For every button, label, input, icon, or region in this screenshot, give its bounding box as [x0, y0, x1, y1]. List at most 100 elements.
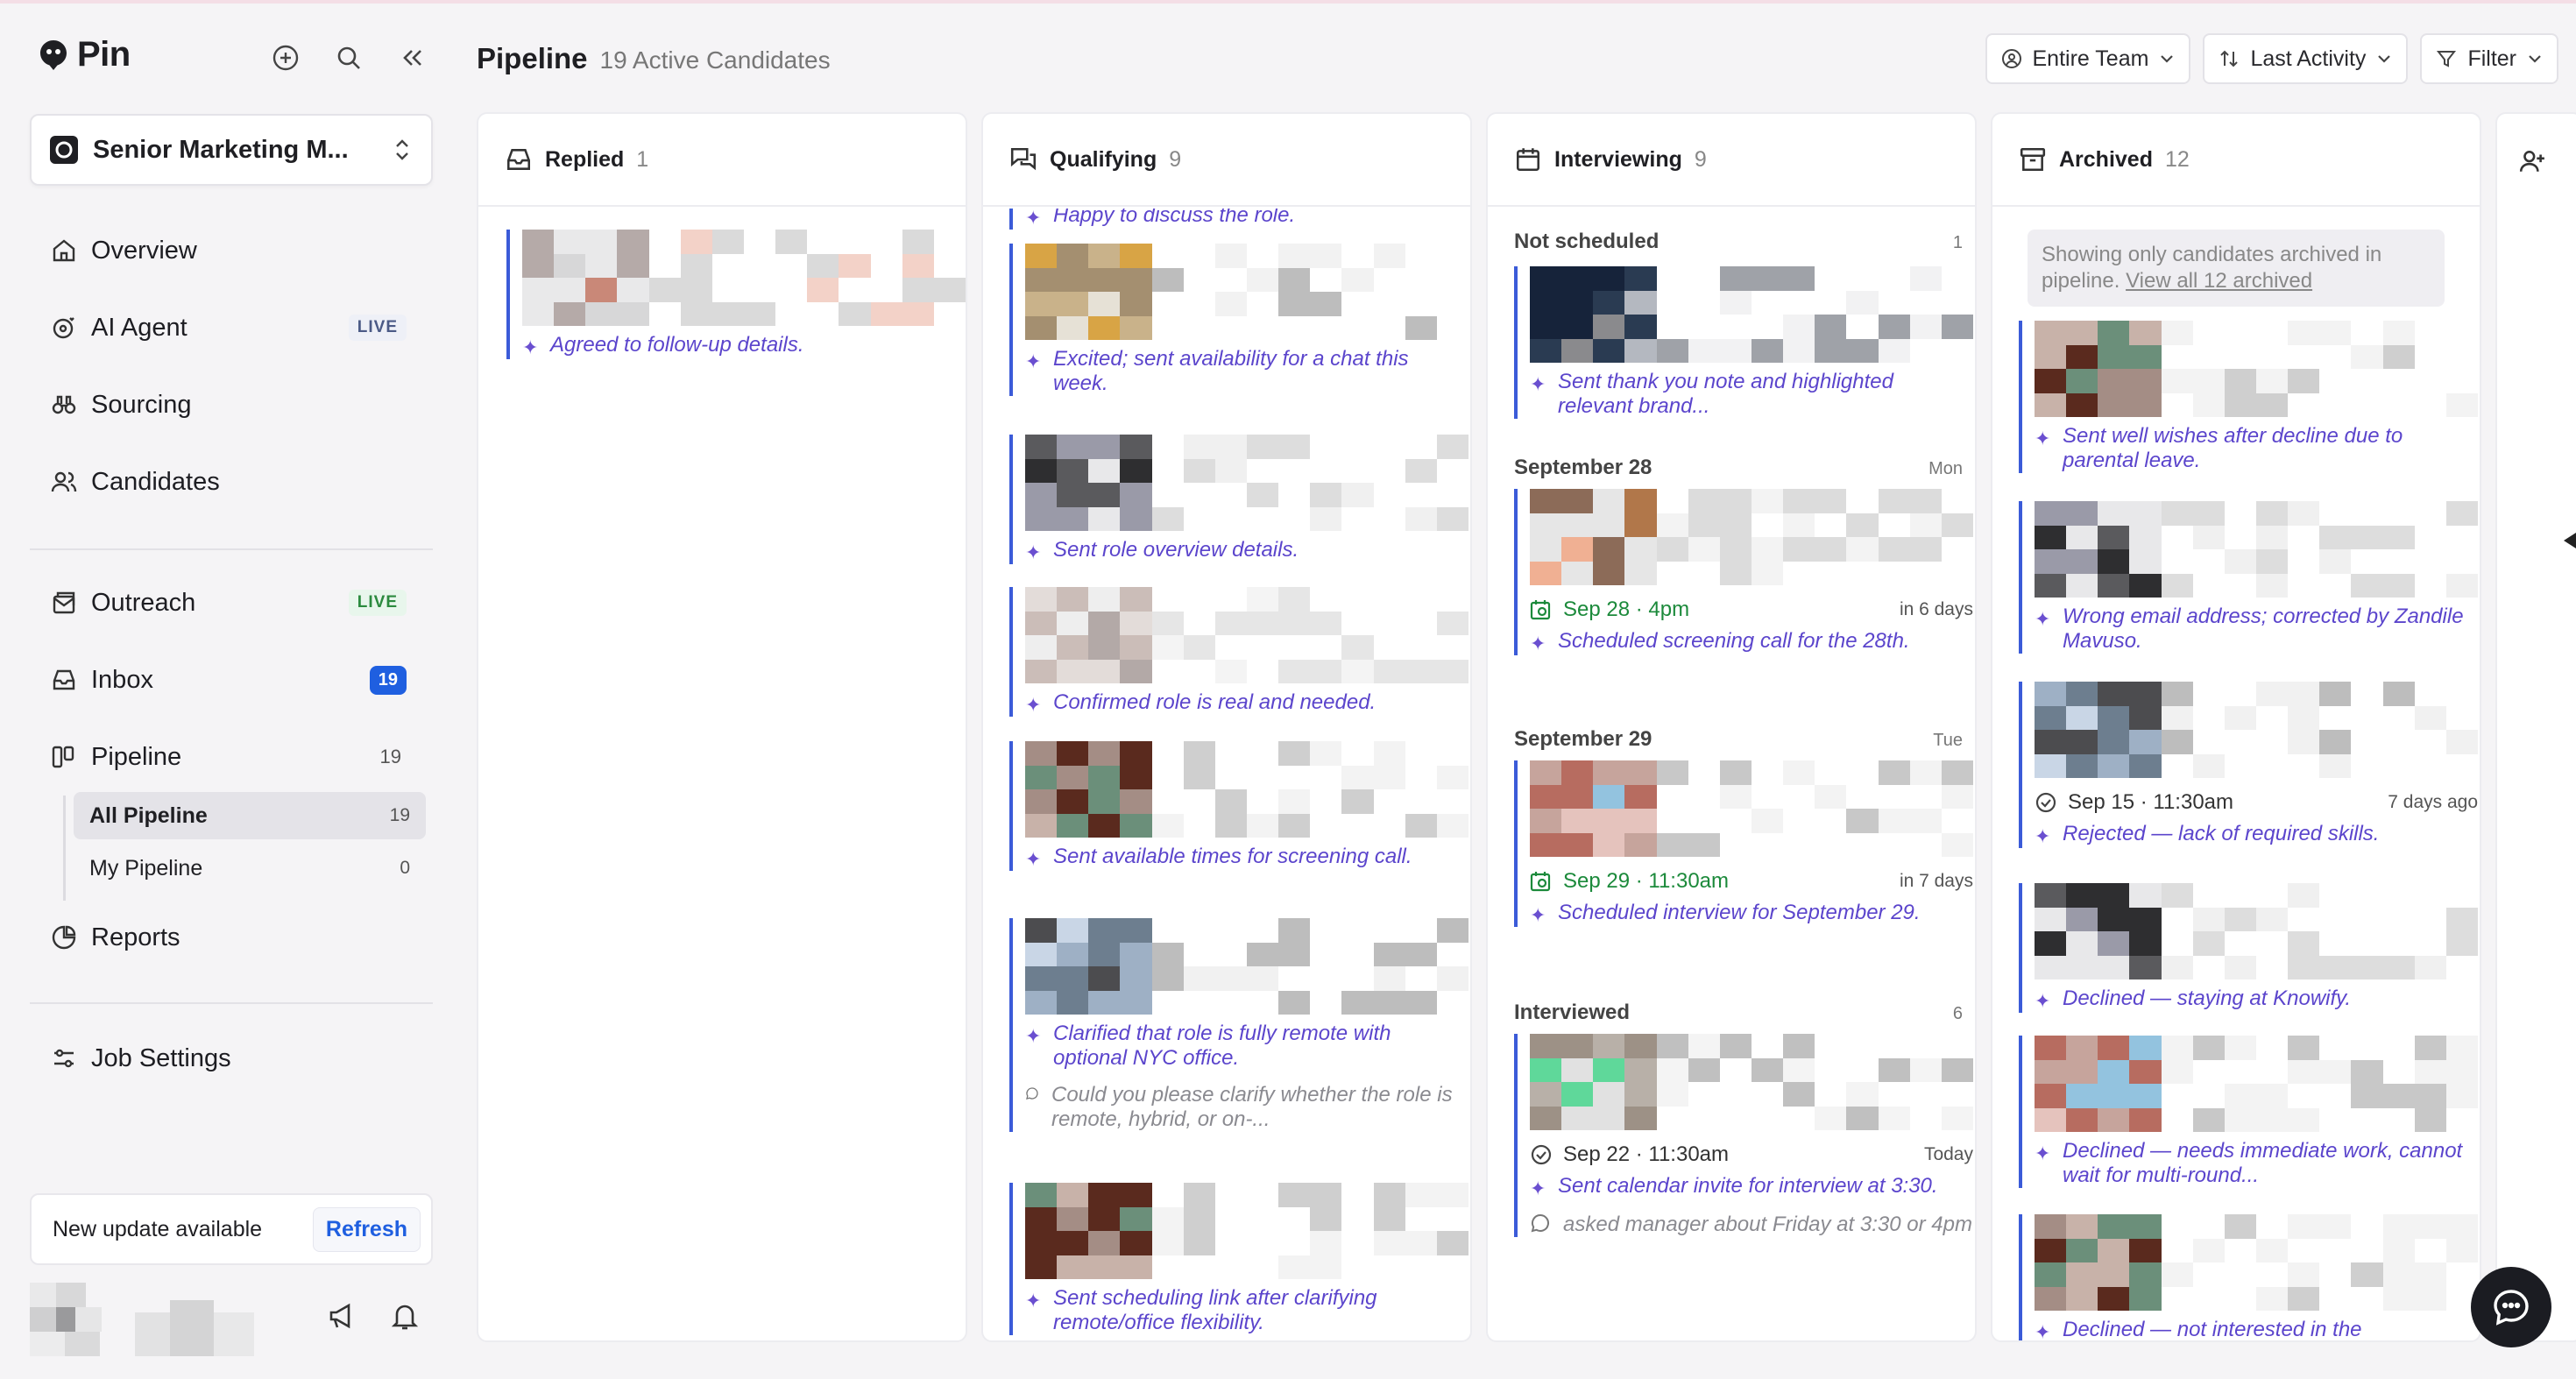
thumbnail-pixel — [680, 230, 712, 254]
add-icon[interactable] — [268, 40, 303, 75]
view-all-archived-link[interactable]: View all 12 archived — [2126, 269, 2312, 293]
thumbnail-pixel — [1151, 813, 1184, 838]
subnav-all-pipeline[interactable]: All Pipeline 19 — [74, 792, 426, 839]
candidate-card[interactable]: ✦ Declined — staying at Knowify. — [2019, 883, 2478, 1013]
thumbnail-pixel — [1246, 813, 1279, 838]
thumbnail-pixel — [870, 301, 902, 326]
thumbnail-pixel — [2066, 883, 2098, 908]
thumbnail-pixel — [648, 301, 681, 326]
thumbnail-pixel — [2098, 955, 2130, 979]
thumbnail-pixel — [1530, 561, 1562, 585]
candidate-card[interactable]: ✦ Sent role overview details. — [1009, 435, 1468, 564]
team-filter-label: Entire Team — [2032, 46, 2149, 71]
thumbnail-pixel — [1310, 918, 1342, 943]
thumbnail-pixel — [2129, 883, 2162, 908]
thumbnail-pixel — [2098, 1107, 2130, 1132]
thumbnail-pixel — [1593, 561, 1625, 585]
scroll-right-icon[interactable] — [2564, 533, 2576, 548]
team-filter-button[interactable]: Entire Team — [1985, 33, 2191, 84]
sparkle-icon: ✦ — [1025, 209, 1042, 229]
thumbnail-pixel — [1783, 1034, 1815, 1058]
subnav-my-pipeline[interactable]: My Pipeline 0 — [74, 845, 426, 892]
brand[interactable]: Pin — [39, 35, 131, 74]
candidate-card[interactable]: ✦ Sent well wishes after decline due to p… — [2019, 321, 2478, 473]
thumbnail-pixel — [1561, 784, 1594, 809]
candidate-card[interactable]: ✦ Confirmed role is real and needed. — [1009, 587, 1468, 717]
nav-overview[interactable]: Overview — [30, 219, 433, 282]
thumbnail-pixel — [807, 301, 839, 326]
thumbnail-pixel — [2351, 1238, 2383, 1262]
megaphone-icon[interactable] — [326, 1300, 357, 1332]
thumbnail-pixel — [1751, 784, 1784, 809]
subnav-count: 0 — [400, 858, 410, 878]
collapse-sidebar-icon[interactable] — [394, 40, 429, 75]
nav-pipeline[interactable]: Pipeline 19 — [30, 725, 433, 789]
thumbnail-pixel — [617, 230, 649, 254]
thumbnail-pixel — [1688, 513, 1720, 537]
thumbnail-pixel — [648, 230, 681, 254]
thumbnail-pixel — [1278, 267, 1311, 292]
thumbnail-pixel — [1878, 266, 1910, 291]
thumbnail-pixel — [1151, 635, 1184, 660]
candidate-card[interactable]: ✦ Excited; sent availability for a chat t… — [1009, 244, 1468, 396]
search-icon[interactable] — [331, 40, 366, 75]
nav-reports[interactable]: Reports — [30, 906, 433, 969]
sidebar: Pin Senior Marketing M... Overview AI Ag… — [0, 4, 464, 1379]
thumbnail-pixel — [1088, 741, 1121, 766]
nav-job-settings[interactable]: Job Settings — [30, 1027, 433, 1090]
thumbnail-pixel — [775, 230, 808, 254]
candidate-card[interactable]: ✦ Sent thank you note and highlighted rel… — [1514, 266, 1973, 419]
thumbnail-pixel — [2319, 369, 2352, 393]
candidate-card[interactable]: ✦ Clarified that role is fully remote wit… — [1009, 918, 1468, 1132]
candidate-card[interactable]: Sep 28 · 4pm in 6 days ✦ Scheduled screeni… — [1514, 489, 1973, 655]
thumbnail-pixel — [2288, 1084, 2320, 1108]
thumbnail-pixel — [839, 301, 871, 326]
nav-candidates[interactable]: Candidates — [30, 450, 433, 513]
candidate-card[interactable]: ✦ Agreed to follow-up details. — [506, 230, 966, 359]
candidate-card[interactable]: ✦ Sent available times for screening call… — [1009, 741, 1468, 871]
thumbnail-pixel — [2098, 573, 2130, 598]
user-profile[interactable] — [30, 1283, 254, 1356]
refresh-button[interactable]: Refresh — [312, 1206, 421, 1252]
thumbnail-pixel — [1246, 1231, 1279, 1255]
thumbnail-pixel — [2192, 1214, 2225, 1239]
chat-support-button[interactable] — [2471, 1267, 2551, 1347]
thumbnail-pixel — [2351, 1262, 2383, 1287]
thumbnail-pixel — [1246, 741, 1279, 766]
thumbnail-pixel — [2161, 1107, 2193, 1132]
thumbnail-pixel — [1530, 338, 1562, 363]
thumbnail-pixel — [1624, 832, 1657, 857]
job-selector[interactable]: Senior Marketing M... — [30, 114, 433, 186]
candidate-card[interactable]: Sep 29 · 11:30am in 7 days ✦ Scheduled int… — [1514, 760, 1973, 927]
thumbnail-pixel — [1183, 741, 1215, 766]
thumbnail-pixel — [1278, 990, 1311, 1015]
thumbnail-pixel — [1120, 267, 1152, 292]
bell-icon[interactable] — [389, 1300, 421, 1332]
thumbnail-pixel — [1436, 918, 1468, 943]
thumbnail-pixel — [1246, 635, 1279, 660]
candidate-card[interactable]: ✦ Happy to discuss the role. — [1009, 209, 1468, 230]
nav-outreach[interactable]: Outreach LIVE — [30, 571, 433, 634]
thumbnail-pixel — [2319, 682, 2352, 706]
thumbnail-pixel — [2066, 682, 2098, 706]
nav-sourcing[interactable]: Sourcing — [30, 373, 433, 436]
thumbnail-pixel — [2445, 931, 2478, 956]
candidate-card[interactable]: ✦ Sent scheduling link after clarifying r… — [1009, 1183, 1468, 1335]
candidate-card[interactable]: ✦ Declined — not interested in the — [2019, 1214, 2478, 1340]
nav-inbox[interactable]: Inbox 19 — [30, 648, 433, 711]
candidate-card[interactable]: Sep 22 · 11:30am Today ✦ Sent calendar inv… — [1514, 1034, 1973, 1237]
candidate-card[interactable]: Sep 15 · 11:30am 7 days ago ✦ Rejected — l… — [2019, 682, 2478, 848]
thumbnail-pixel — [1405, 458, 1437, 483]
candidate-card[interactable]: ✦ Declined — needs immediate work, cannot… — [2019, 1036, 2478, 1188]
thumbnail-pixel — [2382, 955, 2415, 979]
sort-button[interactable]: Last Activity — [2203, 33, 2409, 84]
thumbnail-pixel — [1278, 765, 1311, 789]
thumbnail-pixel — [2382, 573, 2415, 598]
thumbnail-pixel — [1373, 918, 1405, 943]
nav-ai-agent[interactable]: AI Agent LIVE — [30, 296, 433, 359]
thumbnail-pixel — [1941, 760, 1973, 785]
thumbnail-pixel — [2319, 1107, 2352, 1132]
filter-button[interactable]: Filter — [2420, 33, 2558, 84]
candidate-card[interactable]: ✦ Wrong email address; corrected by Zandi… — [2019, 501, 2478, 654]
thumbnail-pixel — [1656, 1106, 1688, 1130]
